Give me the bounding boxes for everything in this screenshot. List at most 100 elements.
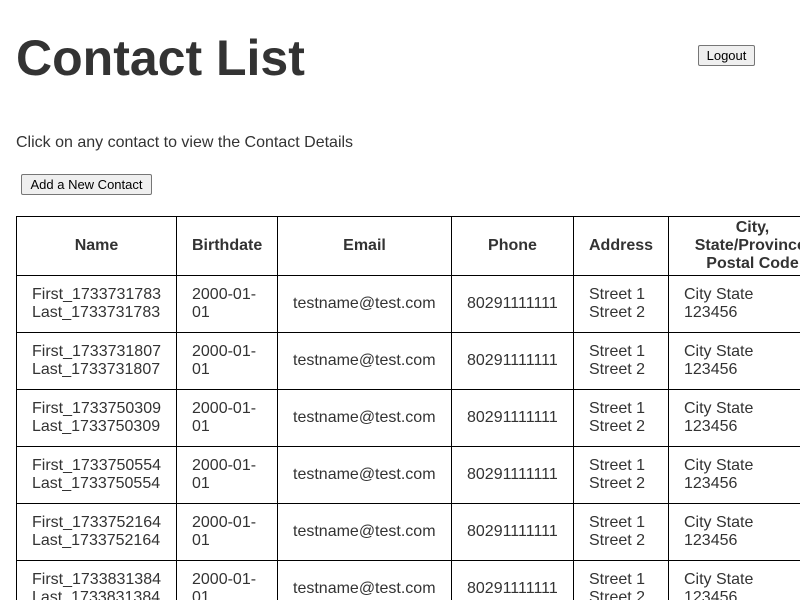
phone-phone-text: 80291111111: [467, 295, 558, 312]
name-last-text: Last_1733731807: [32, 361, 161, 378]
table-body: First_1733731783 Last_1733731783 2000-01- 0…: [16, 275, 800, 600]
name-first-text: First_1733750309: [32, 400, 161, 417]
email-cell[interactable]: testname@test.com: [277, 446, 452, 504]
city-state-postal-city-state-text: City State: [684, 514, 754, 531]
city-state-postal-city-state-text: City State: [684, 571, 754, 588]
contacts-table: Name Birthdate Email Phone Address City,…: [16, 216, 800, 600]
birthdate-birth-b-text: 01: [192, 589, 210, 600]
email-cell[interactable]: testname@test.com: [277, 503, 452, 561]
header-row: Name Birthdate Email Phone Address City,…: [16, 216, 800, 276]
birthdate-cell[interactable]: 2000-01- 01: [176, 503, 278, 561]
name-last-text: Last_1733831384: [32, 589, 161, 600]
email-cell[interactable]: testname@test.com: [277, 389, 452, 447]
add-contact-button[interactable]: Add a New Contact: [21, 174, 152, 195]
name-first-text: First_1733750554: [32, 457, 161, 474]
address-cell[interactable]: Street 1 Street 2: [573, 332, 669, 390]
city-state-postal-city-state-text: City State: [684, 343, 754, 360]
name-cell[interactable]: First_1733731783 Last_1733731783: [16, 275, 177, 333]
column-header-email: Email: [277, 216, 452, 276]
email-cell[interactable]: testname@test.com: [277, 275, 452, 333]
name-last-text: Last_1733750309: [32, 418, 161, 435]
phone-phone-text: 80291111111: [467, 466, 558, 483]
address-cell[interactable]: Street 1 Street 2: [573, 275, 669, 333]
address-street2-text: Street 2: [589, 589, 646, 600]
logout-button[interactable]: Logout: [698, 45, 755, 66]
address-street2-text: Street 2: [589, 532, 646, 549]
address-cell[interactable]: Street 1 Street 2: [573, 560, 669, 600]
email-cell[interactable]: testname@test.com: [277, 332, 452, 390]
address-street1-text: Street 1: [589, 514, 646, 531]
column-header-phone: Phone: [451, 216, 574, 276]
address-street2-text: Street 2: [589, 304, 646, 321]
address-street2-text: Street 2: [589, 418, 646, 435]
city-state-postal-cell[interactable]: City State 123456: [668, 275, 800, 333]
birthdate-birth-a-text: 2000-01-: [192, 571, 257, 588]
address-cell[interactable]: Street 1 Street 2: [573, 503, 669, 561]
city-state-postal-postal-text: 123456: [684, 361, 738, 378]
name-cell[interactable]: First_1733731807 Last_1733731807: [16, 332, 177, 390]
city-state-postal-postal-text: 123456: [684, 589, 738, 600]
contacts-table-container: Name Birthdate Email Phone Address City,…: [16, 216, 800, 600]
birthdate-birth-b-text: 01: [192, 304, 210, 321]
birthdate-cell[interactable]: 2000-01- 01: [176, 389, 278, 447]
name-cell[interactable]: First_1733752164 Last_1733752164: [16, 503, 177, 561]
email-email-text: testname@test.com: [293, 295, 436, 312]
table-row[interactable]: First_1733750309 Last_1733750309 2000-01- 0…: [16, 389, 800, 447]
email-cell[interactable]: testname@test.com: [277, 560, 452, 600]
phone-cell[interactable]: 80291111111: [451, 560, 574, 600]
table-row[interactable]: First_1733731783 Last_1733731783 2000-01- 0…: [16, 275, 800, 333]
birthdate-birth-b-text: 01: [192, 532, 210, 549]
name-first-text: First_1733731783: [32, 286, 161, 303]
city-state-postal-city-state-text: City State: [684, 457, 754, 474]
city-state-postal-cell[interactable]: City State 123456: [668, 332, 800, 390]
city-state-postal-cell[interactable]: City State 123456: [668, 503, 800, 561]
birthdate-cell[interactable]: 2000-01- 01: [176, 275, 278, 333]
address-cell[interactable]: Street 1 Street 2: [573, 446, 669, 504]
email-email-text: testname@test.com: [293, 409, 436, 426]
phone-phone-text: 80291111111: [467, 409, 558, 426]
instructions-text: Click on any contact to view the Contact…: [16, 134, 354, 151]
address-street1-text: Street 1: [589, 457, 646, 474]
phone-cell[interactable]: 80291111111: [451, 332, 574, 390]
address-street2-text: Street 2: [589, 361, 646, 378]
city-state-postal-cell[interactable]: City State 123456: [668, 560, 800, 600]
table-header: Name Birthdate Email Phone Address City,…: [16, 216, 800, 276]
birthdate-birth-b-text: 01: [192, 361, 210, 378]
address-street1-text: Street 1: [589, 286, 646, 303]
city-state-postal-postal-text: 123456: [684, 418, 738, 435]
address-street1-text: Street 1: [589, 571, 646, 588]
city-state-postal-cell[interactable]: City State 123456: [668, 446, 800, 504]
address-street1-text: Street 1: [589, 343, 646, 360]
name-last-text: Last_1733750554: [32, 475, 161, 492]
birthdate-birth-a-text: 2000-01-: [192, 457, 257, 474]
phone-phone-text: 80291111111: [467, 352, 558, 369]
contact-list-page: Contact List Logout Click on any contact…: [0, 0, 800, 600]
name-cell[interactable]: First_1733750554 Last_1733750554: [16, 446, 177, 504]
column-header-city-state-postal: City, State/Province, Postal Code: [668, 216, 800, 276]
city-state-postal-postal-text: 123456: [684, 304, 738, 321]
name-first-text: First_1733731807: [32, 343, 161, 360]
birthdate-cell[interactable]: 2000-01- 01: [176, 446, 278, 504]
birthdate-birth-a-text: 2000-01-: [192, 400, 257, 417]
name-cell[interactable]: First_1733831384 Last_1733831384: [16, 560, 177, 600]
table-row[interactable]: First_1733731807 Last_1733731807 2000-01- 0…: [16, 332, 800, 390]
address-cell[interactable]: Street 1 Street 2: [573, 389, 669, 447]
email-email-text: testname@test.com: [293, 523, 436, 540]
email-email-text: testname@test.com: [293, 466, 436, 483]
city-state-postal-postal-text: 123456: [684, 475, 738, 492]
name-cell[interactable]: First_1733750309 Last_1733750309: [16, 389, 177, 447]
name-last-text: Last_1733752164: [32, 532, 161, 549]
phone-cell[interactable]: 80291111111: [451, 446, 574, 504]
city-state-postal-cell[interactable]: City State 123456: [668, 389, 800, 447]
phone-cell[interactable]: 80291111111: [451, 275, 574, 333]
birthdate-cell[interactable]: 2000-01- 01: [176, 560, 278, 600]
page-title: Contact List: [16, 30, 305, 86]
birthdate-cell[interactable]: 2000-01- 01: [176, 332, 278, 390]
table-row[interactable]: First_1733750554 Last_1733750554 2000-01- 0…: [16, 446, 800, 504]
table-row[interactable]: First_1733831384 Last_1733831384 2000-01- 0…: [16, 560, 800, 600]
table-row[interactable]: First_1733752164 Last_1733752164 2000-01- 0…: [16, 503, 800, 561]
address-street1-text: Street 1: [589, 400, 646, 417]
phone-cell[interactable]: 80291111111: [451, 503, 574, 561]
column-header-address: Address: [573, 216, 669, 276]
phone-cell[interactable]: 80291111111: [451, 389, 574, 447]
